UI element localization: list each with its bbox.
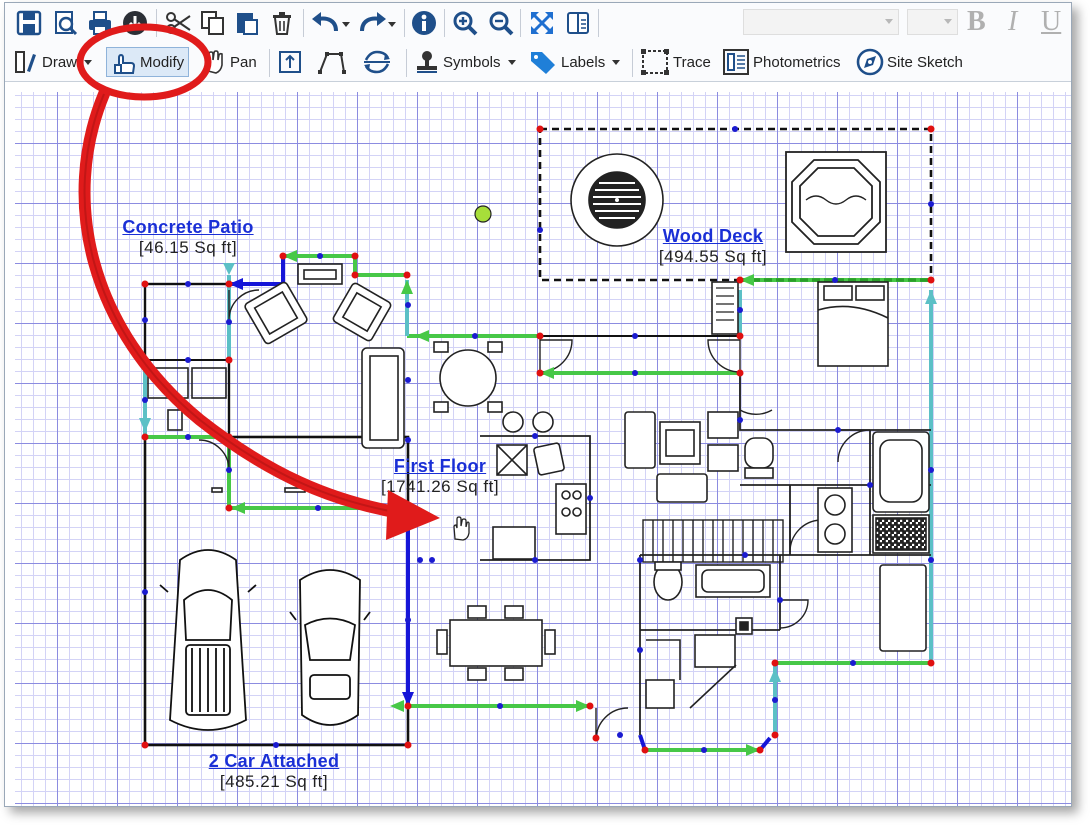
kitchen-fixtures xyxy=(492,411,587,560)
family-room-furniture xyxy=(624,411,774,503)
rectangle-tool[interactable] xyxy=(276,47,307,77)
arc-icon xyxy=(317,48,347,76)
area-size: [494.55 Sq ft] xyxy=(658,247,768,266)
copy-icon[interactable] xyxy=(197,7,229,39)
first-floor-label[interactable]: First Floor [1741.26 Sq ft] xyxy=(381,456,499,497)
draw-tool[interactable]: Draw xyxy=(13,47,93,77)
floor-plan-drawing xyxy=(139,125,937,756)
underline-button[interactable]: U xyxy=(1041,6,1061,38)
pan-tool[interactable]: Pan xyxy=(201,47,257,77)
symbols-dropdown-caret[interactable] xyxy=(507,59,516,65)
font-family-select[interactable] xyxy=(743,9,899,35)
draw-label: Draw xyxy=(42,53,78,71)
rotate-tool[interactable] xyxy=(362,47,395,77)
stamp-icon xyxy=(414,49,440,75)
application-window: B I U Draw Modify Pan Symbols Labels Tra… xyxy=(4,2,1072,807)
italic-button[interactable]: I xyxy=(1008,6,1017,38)
cut-icon[interactable] xyxy=(162,7,194,39)
horizontal-ruler xyxy=(5,82,1071,92)
compass-icon xyxy=(856,48,884,76)
car-suv xyxy=(159,549,257,731)
dining-table xyxy=(436,605,556,681)
modify-label: Modify xyxy=(140,53,185,71)
photometrics-icon xyxy=(722,48,750,76)
round-table xyxy=(433,341,503,413)
print-icon[interactable] xyxy=(84,7,116,39)
trace-label: Trace xyxy=(673,53,711,71)
labels-dropdown-caret[interactable] xyxy=(612,59,621,65)
car-sedan xyxy=(289,569,371,726)
bed xyxy=(817,281,889,367)
paste-icon[interactable] xyxy=(231,7,263,39)
area-size: [485.21 Sq ft] xyxy=(219,772,329,791)
vertical-ruler xyxy=(5,82,15,806)
trace-tool[interactable]: Trace xyxy=(640,47,711,77)
zoom-out-icon[interactable] xyxy=(485,7,517,39)
area-name: Wood Deck xyxy=(662,226,764,246)
draw-icon xyxy=(13,49,39,75)
garage-label[interactable]: 2 Car Attached [485.21 Sq ft] xyxy=(209,751,340,792)
compare-icon[interactable] xyxy=(562,7,594,39)
undo-icon[interactable] xyxy=(309,7,353,39)
modify-tool[interactable]: Modify xyxy=(106,47,190,77)
tag-icon xyxy=(528,49,558,75)
download-icon[interactable] xyxy=(119,7,151,39)
concrete-patio-label[interactable]: Concrete Patio [46.15 Sq ft] xyxy=(122,217,253,258)
labels-label: Labels xyxy=(561,53,606,71)
utility-fixtures xyxy=(645,634,737,709)
labels-tool[interactable]: Labels xyxy=(528,47,621,77)
fit-to-window-icon[interactable] xyxy=(526,7,558,39)
drawing-canvas[interactable] xyxy=(5,82,1071,806)
arc-tool[interactable] xyxy=(317,47,350,77)
wood-deck-label[interactable]: Wood Deck [494.55 Sq ft] xyxy=(659,226,767,267)
photometrics-tool[interactable]: Photometrics xyxy=(722,47,841,77)
hand-icon xyxy=(201,49,227,75)
photometrics-label: Photometrics xyxy=(753,53,841,71)
zoom-in-icon[interactable] xyxy=(449,7,481,39)
site-sketch-tool[interactable]: Site Sketch xyxy=(856,47,963,77)
tools-toolbar: Draw Modify Pan Symbols Labels Trace Pho… xyxy=(5,43,1071,82)
rotate-icon xyxy=(362,48,392,76)
delete-icon[interactable] xyxy=(266,7,298,39)
font-size-select[interactable] xyxy=(907,9,958,35)
info-icon[interactable] xyxy=(408,7,440,39)
doors xyxy=(198,289,871,741)
deck-table-set xyxy=(570,153,664,247)
area-size: [1741.26 Sq ft] xyxy=(380,477,500,496)
bold-button[interactable]: B xyxy=(967,6,986,38)
symbols-label: Symbols xyxy=(443,53,501,71)
area-name: 2 Car Attached xyxy=(208,751,340,771)
area-size: [46.15 Sq ft] xyxy=(138,238,238,257)
save-icon[interactable] xyxy=(13,7,45,39)
pan-label: Pan xyxy=(230,53,257,71)
hot-tub xyxy=(785,151,887,253)
site-sketch-label: Site Sketch xyxy=(887,53,963,71)
draw-dropdown-caret[interactable] xyxy=(84,59,93,65)
hand-pointer-icon xyxy=(111,49,137,75)
main-toolbar: B I U xyxy=(5,3,1071,43)
print-preview-icon[interactable] xyxy=(49,7,81,39)
symbols-tool[interactable]: Symbols xyxy=(414,47,516,77)
area-name: Concrete Patio xyxy=(122,217,254,237)
rectangle-icon xyxy=(276,48,304,76)
trace-icon xyxy=(640,48,670,76)
area-name: First Floor xyxy=(393,456,487,476)
living-room-furniture xyxy=(211,263,405,493)
redo-icon[interactable] xyxy=(355,7,399,39)
